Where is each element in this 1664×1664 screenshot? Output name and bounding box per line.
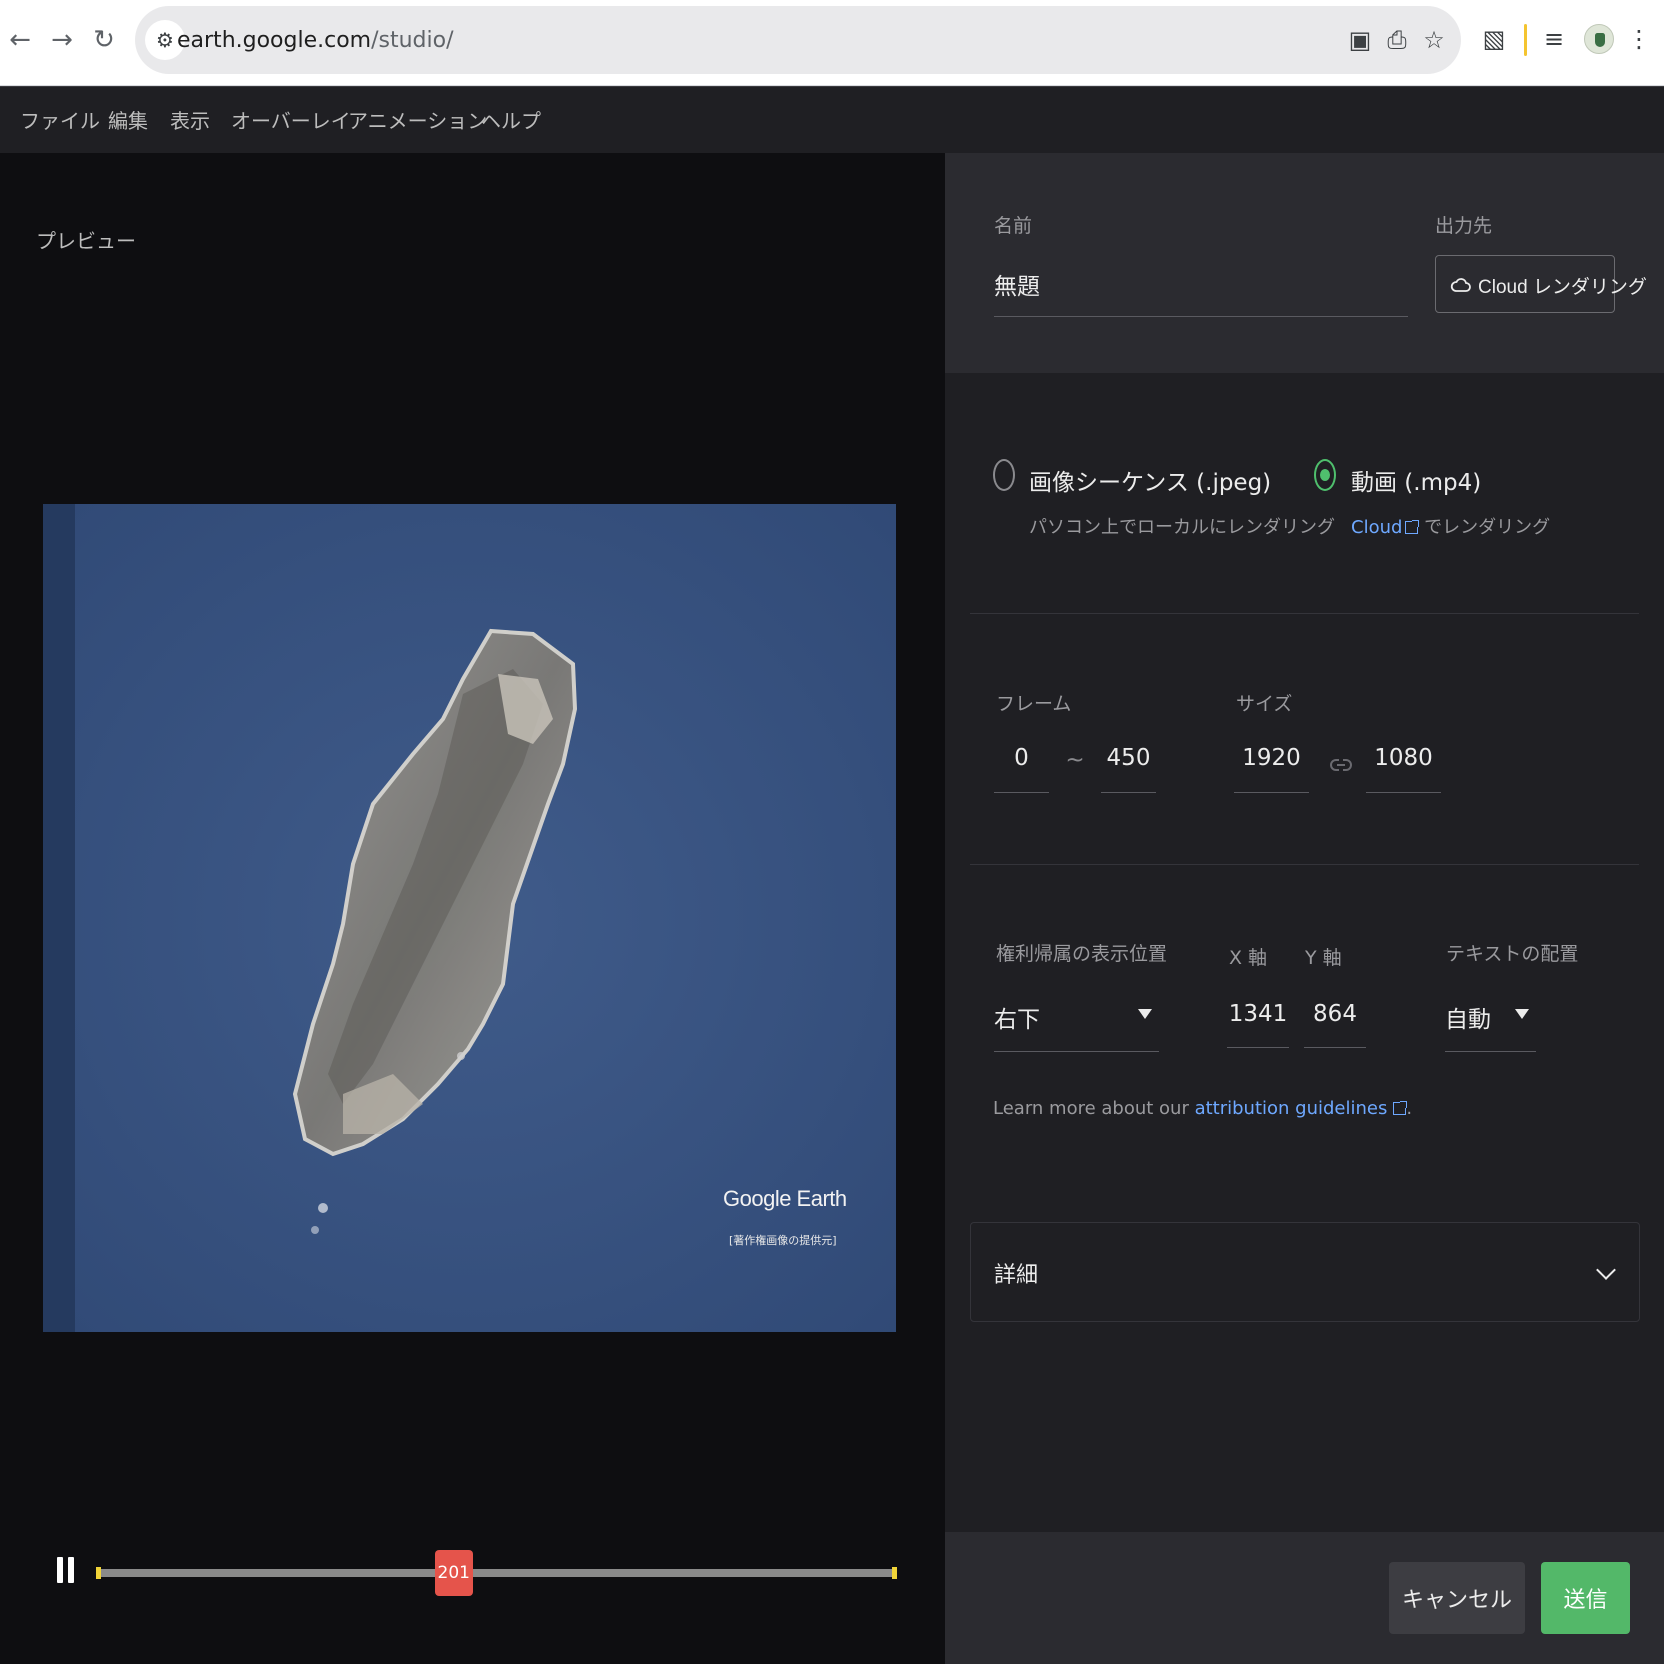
width-input[interactable]: 1920: [1234, 745, 1309, 771]
chevron-down-icon[interactable]: [1596, 1260, 1616, 1280]
browser-menu-icon[interactable]: ⋮: [1622, 22, 1656, 56]
timeline-scrubber[interactable]: 201: [434, 1550, 473, 1596]
imagery-credit: [著作権画像の提供元]: [729, 1234, 837, 1247]
earth-preview-image: Google Earth [著作権画像の提供元]: [43, 504, 896, 1332]
attribution-help-text: Learn more about our attribution guideli…: [993, 1098, 1413, 1119]
external-link-icon: [1405, 520, 1420, 534]
google-earth-watermark: Google Earth: [723, 1186, 847, 1211]
details-label: 詳細: [994, 1263, 1039, 1288]
frame-start-underline: [994, 792, 1049, 793]
cloud-icon: [1450, 278, 1471, 292]
preview-pane: プレビュー Google Earth [著作権画像の提供元] 201: [0, 153, 945, 1664]
cancel-button[interactable]: キャンセル: [1389, 1562, 1525, 1634]
y-axis-label: Y 軸: [1305, 947, 1342, 969]
dropdown-arrow-icon[interactable]: [1515, 1009, 1529, 1019]
timeline-end-marker[interactable]: [892, 1567, 897, 1579]
attribution-position-select[interactable]: 右下: [994, 1000, 1040, 1034]
width-underline: [1234, 792, 1309, 793]
menu-help[interactable]: ヘルプ: [481, 105, 541, 134]
radio-image-sequence[interactable]: [993, 459, 1015, 491]
size-label: サイズ: [1236, 693, 1293, 715]
x-axis-underline: [1227, 1047, 1289, 1048]
name-input-underline: [994, 316, 1408, 317]
x-axis-label: X 軸: [1229, 947, 1268, 969]
submit-button[interactable]: 送信: [1541, 1562, 1630, 1634]
cloud-render-button[interactable]: Cloud レンダリング: [1435, 255, 1647, 313]
section-divider: [970, 613, 1639, 614]
timeline-start-marker[interactable]: [96, 1567, 101, 1579]
attribution-select-underline: [994, 1051, 1159, 1052]
name-input[interactable]: 無題: [994, 267, 1040, 301]
address-bar[interactable]: ⚙ earth.google.com/studio/ ▣ ⎙ ☆: [135, 6, 1461, 74]
frame-start-input[interactable]: 0: [994, 745, 1049, 771]
back-arrow-icon[interactable]: ←: [2, 20, 38, 60]
app-menubar: ファイル 編集 表示 オーバーレイ アニメーション ヘルプ: [0, 86, 1664, 153]
x-axis-input[interactable]: 1341: [1227, 1001, 1289, 1027]
url-text[interactable]: earth.google.com/studio/: [177, 28, 454, 53]
timeline-track[interactable]: [96, 1569, 897, 1577]
download-icon[interactable]: ⎙: [1381, 24, 1413, 56]
menu-edit[interactable]: 編集: [108, 105, 148, 134]
bookmark-star-icon[interactable]: ☆: [1418, 24, 1450, 56]
forward-arrow-icon[interactable]: →: [44, 20, 80, 60]
attribution-position-label: 権利帰属の表示位置: [996, 943, 1168, 965]
menu-overlay[interactable]: オーバーレイ: [231, 105, 351, 134]
menu-file[interactable]: ファイル: [20, 105, 100, 134]
height-input[interactable]: 1080: [1366, 745, 1441, 771]
reload-icon[interactable]: ↻: [86, 20, 122, 60]
render-settings-panel: 名前 無題 出力先 Cloud レンダリング 画像シーケンス (.jpeg) パ…: [945, 153, 1664, 1664]
radio-video-mp4[interactable]: [1314, 459, 1336, 491]
y-axis-underline: [1304, 1047, 1366, 1048]
install-app-icon[interactable]: ▣: [1344, 24, 1376, 56]
external-link-icon: [1393, 1101, 1408, 1115]
cloud-link[interactable]: Cloud: [1351, 517, 1402, 538]
text-alignment-label: テキストの配置: [1446, 943, 1579, 965]
frame-end-input[interactable]: 450: [1101, 745, 1156, 771]
frame-range-separator: ~: [1065, 747, 1085, 773]
option-video-subtitle: Cloud でレンダリング: [1351, 517, 1551, 538]
menu-view[interactable]: 表示: [170, 105, 210, 134]
extensions-icon[interactable]: ▧: [1477, 22, 1511, 56]
frames-label: フレーム: [996, 693, 1072, 715]
preview-label: プレビュー: [36, 229, 136, 253]
name-label: 名前: [994, 215, 1033, 237]
toolbar-separator: [1524, 24, 1527, 56]
browser-toolbar: ← → ↻ ⚙ earth.google.com/studio/ ▣ ⎙ ☆ ▧…: [0, 0, 1664, 86]
panel-footer: キャンセル 送信: [945, 1532, 1664, 1664]
pause-icon[interactable]: [55, 1557, 77, 1583]
option-image-sequence-subtitle: パソコン上でローカルにレンダリング: [1029, 517, 1335, 538]
text-alignment-underline: [1445, 1051, 1536, 1052]
details-accordion[interactable]: 詳細: [970, 1222, 1640, 1322]
section-divider: [970, 864, 1639, 865]
output-label: 出力先: [1435, 215, 1493, 237]
profile-avatar[interactable]: [1584, 24, 1614, 54]
frame-end-underline: [1101, 792, 1156, 793]
reading-list-icon[interactable]: ≡: [1537, 22, 1571, 56]
panel-header: 名前 無題 出力先 Cloud レンダリング: [945, 153, 1664, 373]
option-video-title[interactable]: 動画 (.mp4): [1351, 463, 1481, 497]
text-alignment-select[interactable]: 自動: [1445, 1000, 1491, 1034]
attribution-guidelines-link[interactable]: attribution guidelines: [1195, 1098, 1388, 1119]
cloud-render-label: Cloud レンダリング: [1478, 277, 1647, 298]
y-axis-input[interactable]: 864: [1304, 1001, 1366, 1027]
height-underline: [1366, 792, 1441, 793]
dropdown-arrow-icon[interactable]: [1138, 1009, 1152, 1019]
link-aspect-icon[interactable]: [1330, 755, 1352, 775]
option-image-sequence-title[interactable]: 画像シーケンス (.jpeg): [1029, 463, 1271, 497]
menu-animation[interactable]: アニメーション: [348, 105, 487, 134]
